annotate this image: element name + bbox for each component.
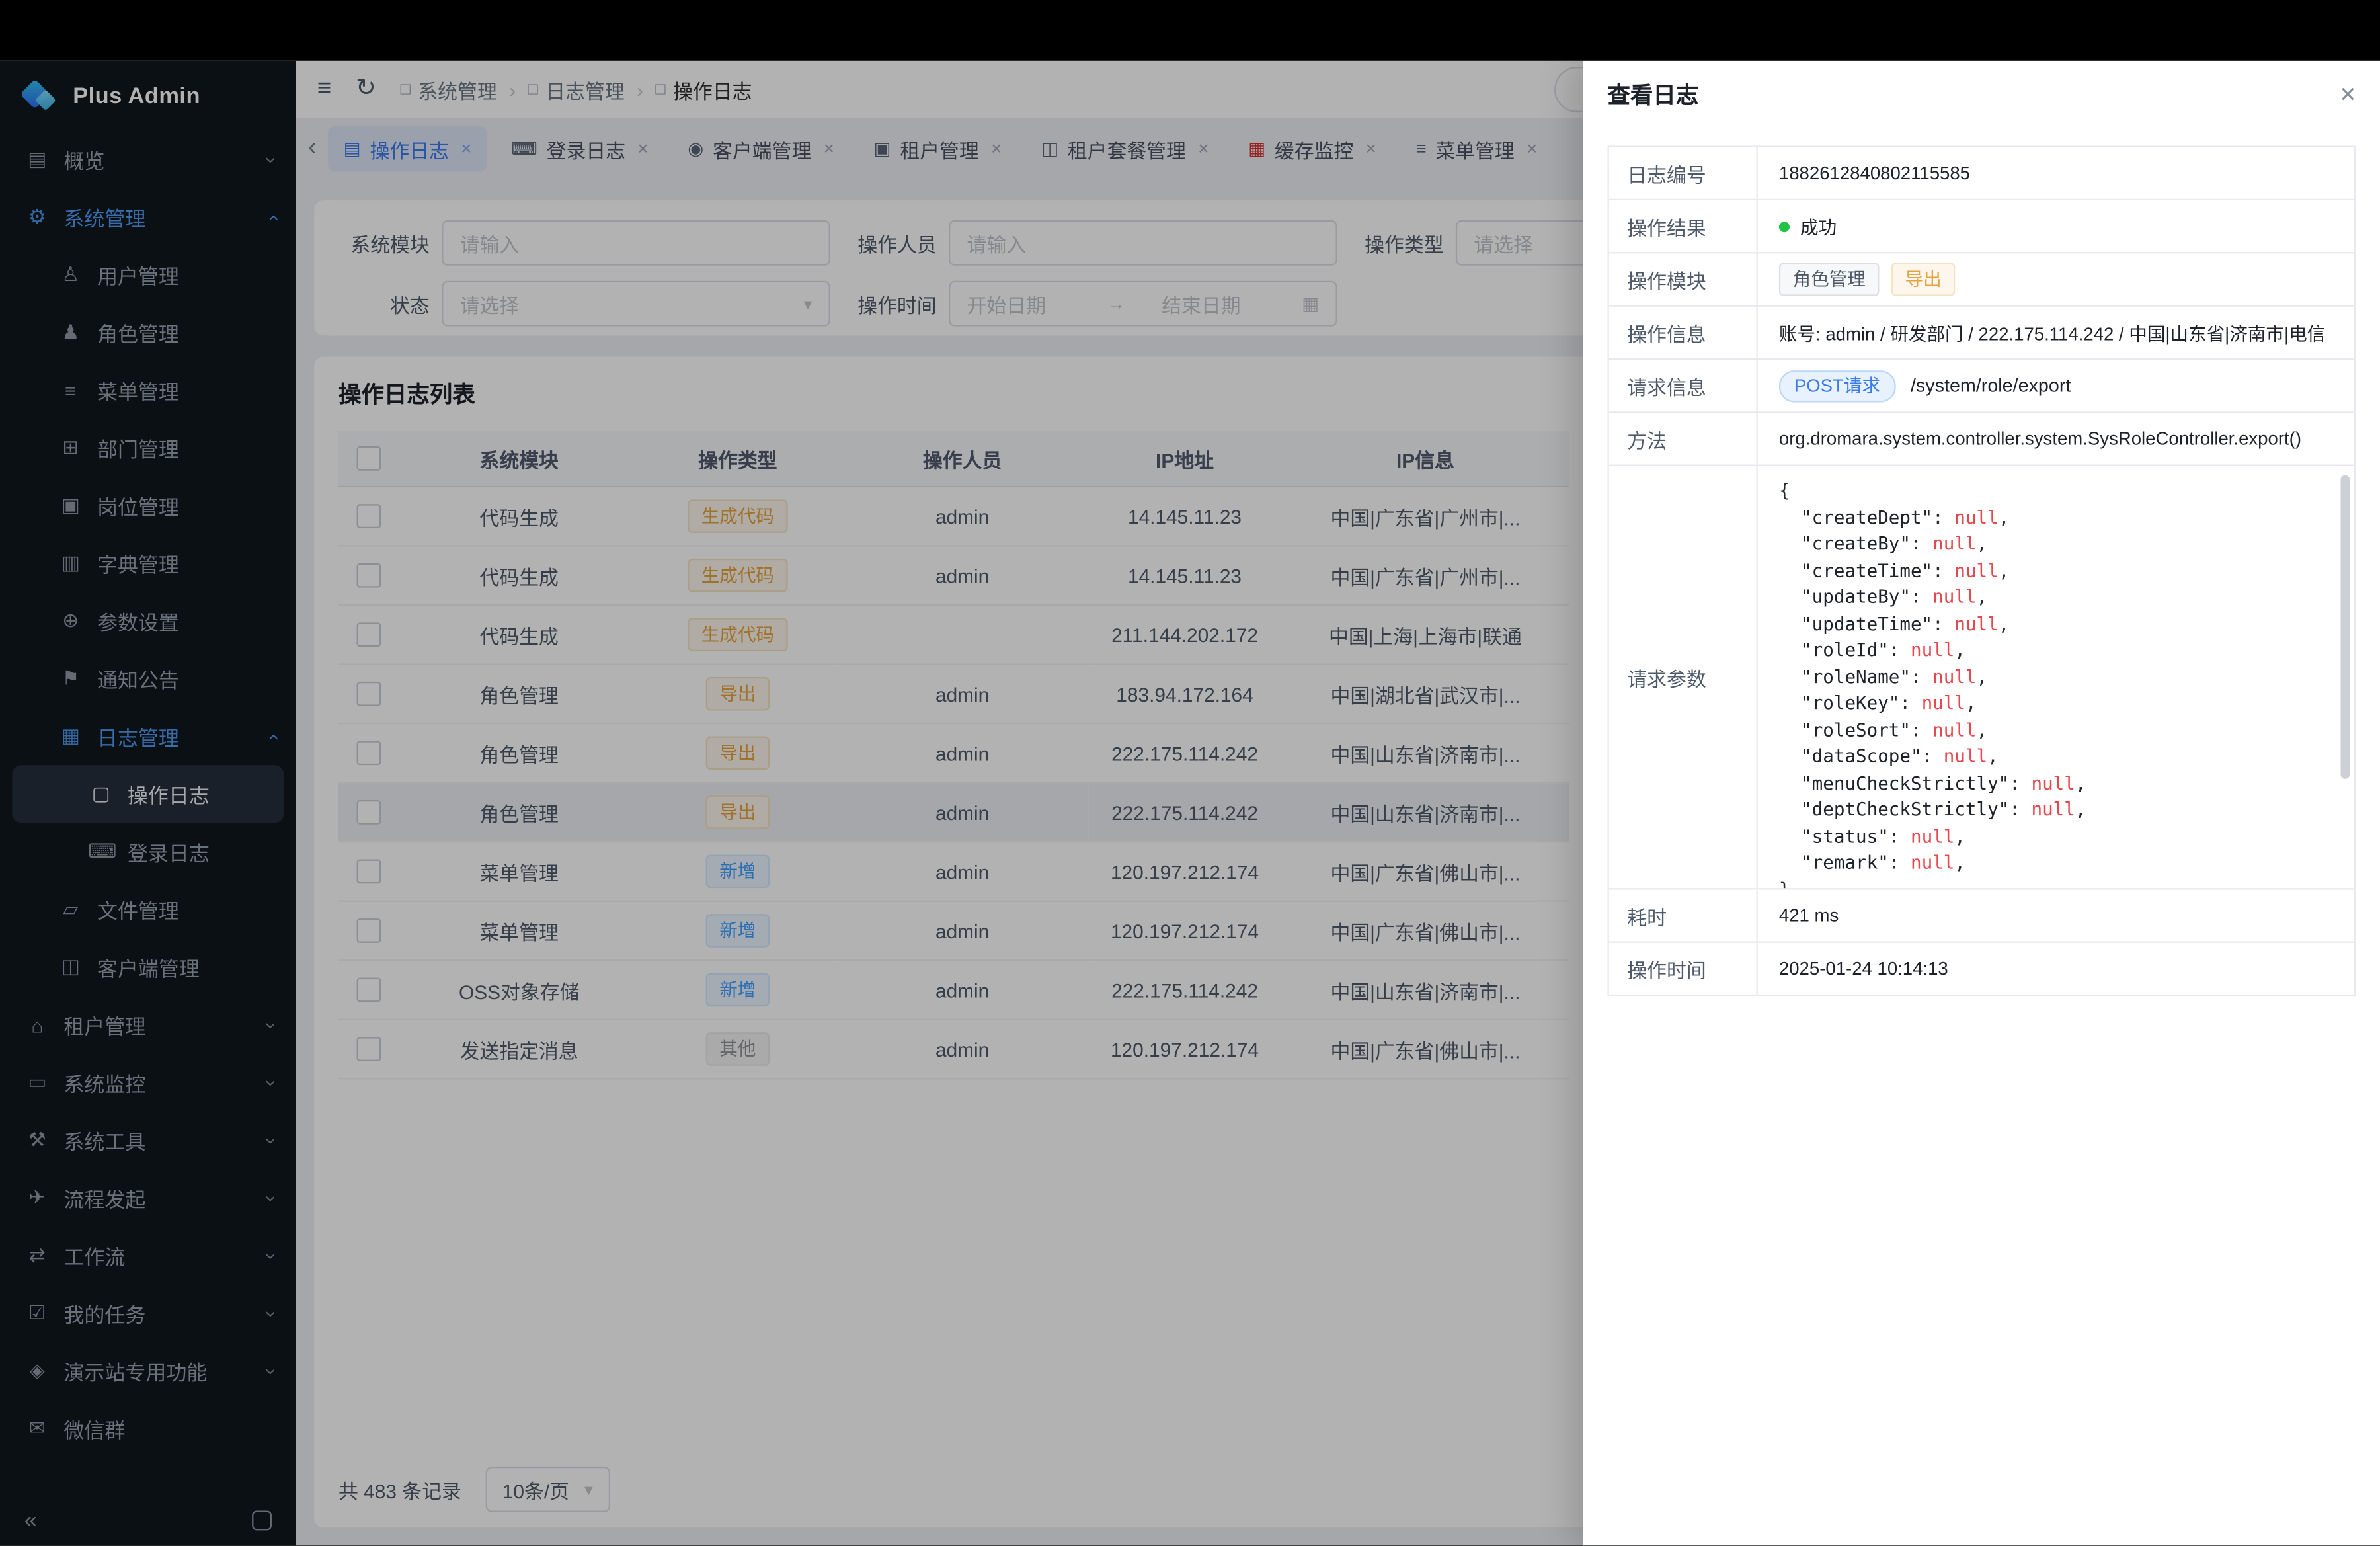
app-window: Plus Admin ▤概览›⚙系统管理›♙用户管理♟角色管理≡菜单管理⊞部门管… bbox=[0, 61, 2380, 1545]
json-key: "menuCheckStrictly" bbox=[1801, 772, 2009, 793]
detail-value: 1882612840802115585 bbox=[1758, 147, 2354, 199]
drawer-title: 查看日志 bbox=[1607, 78, 1698, 110]
json-null: null bbox=[1911, 639, 1954, 661]
json-key: "updateBy" bbox=[1801, 586, 1911, 607]
detail-label: 方法 bbox=[1609, 413, 1758, 465]
detail-label: 请求参数 bbox=[1609, 466, 1758, 888]
detail-row: 操作时间2025-01-24 10:14:13 bbox=[1609, 943, 2354, 995]
request-method-tag: POST请求 bbox=[1779, 370, 1895, 401]
detail-value: POST请求/system/role/export bbox=[1758, 360, 2354, 411]
json-key: "updateTime" bbox=[1801, 612, 1932, 633]
json-null: null bbox=[1954, 559, 1998, 581]
detail-value: org.dromara.system.controller.system.Sys… bbox=[1758, 413, 2354, 465]
json-null: null bbox=[1932, 719, 1976, 740]
detail-value: 账号: admin / 研发部门 / 222.175.114.242 / 中国|… bbox=[1758, 307, 2354, 358]
detail-value: 2025-01-24 10:14:13 bbox=[1758, 943, 2354, 995]
request-params-json: { "createDept": null, "createBy": null, … bbox=[1758, 466, 2354, 888]
json-key: "deptCheckStrictly" bbox=[1801, 799, 2009, 820]
detail-row: 请求信息POST请求/system/role/export bbox=[1609, 360, 2354, 413]
json-key: "roleName" bbox=[1801, 666, 1911, 687]
view-log-drawer: 查看日志 × 日志编号1882612840802115585操作结果 成功操作模块… bbox=[1583, 61, 2380, 1545]
detail-row: 操作模块角色管理导出 bbox=[1609, 253, 2354, 306]
json-null: null bbox=[1922, 692, 1965, 713]
json-key: "remark" bbox=[1801, 852, 1889, 873]
json-key: "createBy" bbox=[1801, 533, 1911, 554]
status-text: 成功 bbox=[1800, 214, 1837, 239]
json-key: "roleKey" bbox=[1801, 692, 1899, 713]
request-url: /system/role/export bbox=[1911, 375, 2071, 396]
detail-value: 角色管理导出 bbox=[1758, 253, 2354, 305]
json-key: "dataScope" bbox=[1801, 745, 1921, 766]
detail-row: 请求参数{ "createDept": null, "createBy": nu… bbox=[1609, 466, 2354, 890]
json-key: "createTime" bbox=[1801, 559, 1932, 581]
json-key: "createDept" bbox=[1801, 507, 1932, 528]
detail-row: 操作结果 成功 bbox=[1609, 200, 2354, 253]
json-null: null bbox=[1954, 612, 1998, 633]
json-key: "status" bbox=[1801, 825, 1889, 846]
json-null: null bbox=[1954, 507, 1998, 528]
detail-label: 操作结果 bbox=[1609, 200, 1758, 252]
drawer-header: 查看日志 × bbox=[1583, 61, 2380, 128]
detail-label: 请求信息 bbox=[1609, 360, 1758, 411]
detail-label: 日志编号 bbox=[1609, 147, 1758, 199]
detail-row: 日志编号1882612840802115585 bbox=[1609, 147, 2354, 200]
json-null: null bbox=[1944, 745, 1987, 766]
json-content: { "createDept": null, "createBy": null, … bbox=[1758, 466, 2354, 888]
drawer-close-icon[interactable]: × bbox=[2340, 81, 2356, 108]
detail-value: 成功 bbox=[1758, 200, 2354, 252]
top-black-strip bbox=[0, 0, 2380, 61]
scrollbar-thumb[interactable] bbox=[2340, 475, 2350, 779]
json-null: null bbox=[1932, 533, 1976, 554]
detail-label: 操作信息 bbox=[1609, 307, 1758, 358]
success-dot-icon bbox=[1779, 221, 1790, 231]
json-key: "roleSort" bbox=[1801, 719, 1911, 740]
json-null: null bbox=[1932, 666, 1976, 687]
module-tag: 导出 bbox=[1891, 263, 1955, 296]
json-null: null bbox=[1911, 852, 1954, 873]
detail-row: 操作信息账号: admin / 研发部门 / 222.175.114.242 /… bbox=[1609, 307, 2354, 360]
detail-label: 操作时间 bbox=[1609, 943, 1758, 995]
detail-label: 耗时 bbox=[1609, 889, 1758, 941]
json-null: null bbox=[2031, 799, 2075, 820]
screen: Plus Admin ▤概览›⚙系统管理›♙用户管理♟角色管理≡菜单管理⊞部门管… bbox=[0, 0, 2380, 1545]
json-null: null bbox=[1911, 825, 1954, 846]
json-null: null bbox=[2031, 772, 2075, 793]
detail-value: 421 ms bbox=[1758, 889, 2354, 941]
detail-row: 耗时421 ms bbox=[1609, 889, 2354, 942]
log-detail-grid: 日志编号1882612840802115585操作结果成功操作模块角色管理导出操… bbox=[1607, 145, 2356, 996]
detail-row: 方法org.dromara.system.controller.system.S… bbox=[1609, 413, 2354, 466]
detail-value: { "createDept": null, "createBy": null, … bbox=[1758, 466, 2354, 888]
json-null: null bbox=[1932, 586, 1976, 607]
json-key: "roleId" bbox=[1801, 639, 1889, 661]
module-tag: 角色管理 bbox=[1779, 263, 1880, 296]
detail-label: 操作模块 bbox=[1609, 253, 1758, 305]
